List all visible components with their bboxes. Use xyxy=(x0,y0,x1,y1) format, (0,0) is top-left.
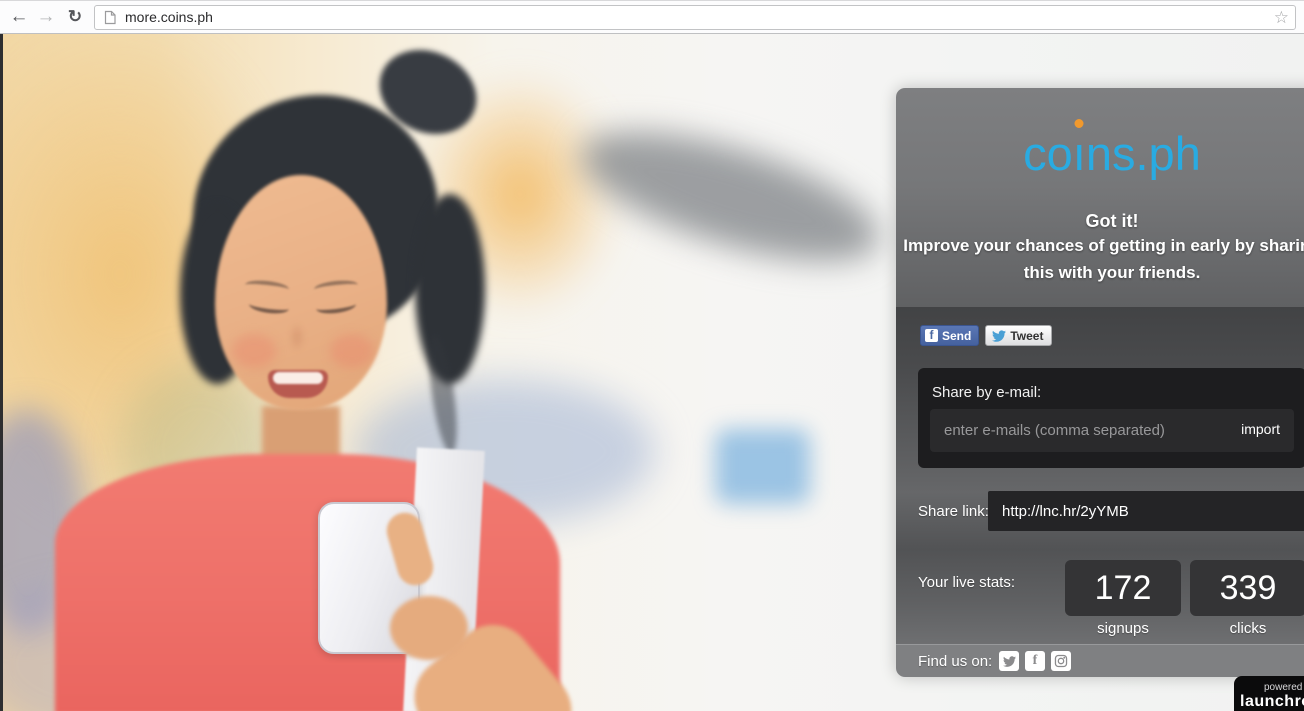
forward-button[interactable]: → xyxy=(33,4,59,30)
launchrock-badge[interactable]: powered by launchrock xyxy=(1234,676,1304,711)
email-input-row: import xyxy=(930,409,1294,452)
page-icon xyxy=(104,10,116,25)
signups-label: signups xyxy=(1097,620,1149,637)
clicks-count: 339 xyxy=(1190,560,1304,616)
share-by-email-box: Share by e-mail: import xyxy=(918,368,1304,468)
woman-cheek-right xyxy=(330,334,374,368)
reload-button[interactable]: ↻ xyxy=(62,4,88,30)
headline: Got it! xyxy=(1085,211,1139,231)
woman-hair-right xyxy=(415,194,485,384)
logo-text-rest: ns.ph xyxy=(1085,127,1201,180)
logo-text: co xyxy=(1023,127,1073,180)
page-left-edge xyxy=(0,34,3,711)
twitter-icon xyxy=(1002,655,1016,667)
tweet-label: Tweet xyxy=(1010,328,1044,343)
instagram-icon xyxy=(1054,654,1068,668)
powered-by-text: powered by xyxy=(1264,682,1304,693)
facebook-icon: f xyxy=(1032,653,1038,668)
woman-smile xyxy=(268,370,328,398)
facebook-icon: f xyxy=(925,329,938,342)
clicks-label: clicks xyxy=(1229,620,1267,637)
woman-fingers xyxy=(390,596,468,660)
woman-teeth xyxy=(273,372,323,384)
photo-awning-blur xyxy=(567,105,893,288)
logo-i: ı xyxy=(1072,127,1086,180)
signups-count: 172 xyxy=(1065,560,1181,616)
launchrock-logo: launchrock xyxy=(1240,693,1304,710)
twitter-bird-icon xyxy=(992,329,1007,342)
facebook-send-label: Send xyxy=(942,328,972,343)
back-button[interactable]: ← xyxy=(6,4,32,30)
photo-blue-box-blur xyxy=(715,429,810,504)
panel-share-section: f Send Tweet Share by e-mail: import xyxy=(896,307,1304,644)
share-panel: co ıns.ph Got it! Improve your chances of… xyxy=(896,88,1304,677)
message-line-1: Improve your chances of getting in early… xyxy=(903,236,1304,255)
import-link[interactable]: import xyxy=(1241,421,1280,437)
browser-toolbar: ← → ↻ more.coins.ph ☆ xyxy=(0,0,1304,34)
page-content: co ıns.ph Got it! Improve your chances of… xyxy=(0,34,1304,711)
live-stats-label: Your live stats: xyxy=(918,574,1015,591)
coins-logo: co ıns.ph xyxy=(896,88,1304,177)
browser-window: ← → ↻ more.coins.ph ☆ co ıns.ph Got it! … xyxy=(0,0,1304,711)
panel-footer: Find us on: f xyxy=(896,644,1304,677)
facebook-link[interactable]: f xyxy=(1025,651,1045,671)
url-bar[interactable]: more.coins.ph ☆ xyxy=(94,5,1296,30)
twitter-link[interactable] xyxy=(999,651,1019,671)
find-us-label: Find us on: xyxy=(918,653,993,670)
instagram-link[interactable] xyxy=(1051,651,1071,671)
message-line-2: this with your friends. xyxy=(1023,263,1201,282)
woman-cheek-left xyxy=(232,334,276,368)
tweet-button[interactable]: Tweet xyxy=(985,325,1053,346)
panel-header: co ıns.ph Got it! Improve your chances of… xyxy=(896,88,1304,307)
email-input[interactable] xyxy=(930,409,1294,452)
facebook-send-button[interactable]: f Send xyxy=(920,325,980,346)
url-text: more.coins.ph xyxy=(125,9,213,25)
logo-orange-dot-icon xyxy=(1074,119,1084,128)
bookmark-star-icon[interactable]: ☆ xyxy=(1274,6,1289,30)
social-share-buttons: f Send Tweet xyxy=(920,325,1053,346)
share-link-label: Share link: xyxy=(918,503,989,520)
woman-nose xyxy=(288,322,306,352)
share-link-input[interactable] xyxy=(988,491,1304,531)
share-by-email-label: Share by e-mail: xyxy=(932,384,1042,401)
